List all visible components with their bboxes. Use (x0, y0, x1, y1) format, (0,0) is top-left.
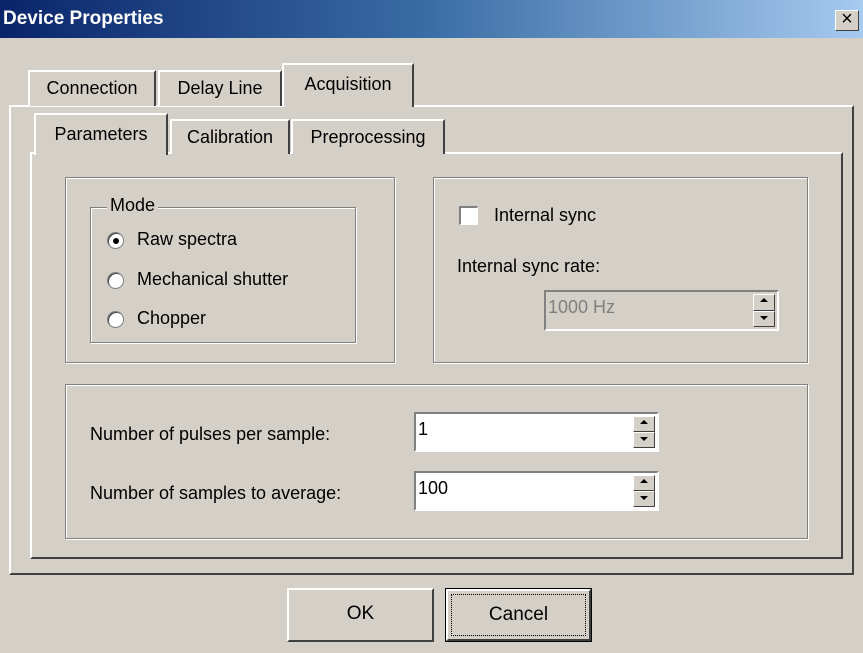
spin-up-button[interactable] (633, 475, 655, 491)
tab-acquisition[interactable]: Acquisition (282, 63, 414, 107)
internal-sync-label: Internal sync (494, 205, 597, 225)
samples-to-average-label: Number of samples to average: (90, 483, 342, 503)
tab-connection[interactable]: Connection (28, 70, 156, 106)
ok-button[interactable]: OK (287, 588, 434, 642)
radio-selected-dot (113, 238, 119, 244)
internal-sync-rate-field[interactable]: 1000 Hz (544, 290, 779, 331)
spin-down-button[interactable] (633, 491, 655, 507)
radio-chopper-label: Chopper (137, 308, 207, 328)
internal-sync-rate-spinner (753, 294, 775, 327)
radio-mechanical-shutter-label: Mechanical shutter (137, 269, 289, 289)
samples-to-average-value: 100 (418, 478, 449, 498)
samples-to-average-field[interactable]: 100 (414, 471, 659, 511)
spin-down-icon (640, 496, 648, 500)
internal-sync-checkbox[interactable] (459, 206, 478, 225)
cancel-button[interactable]: Cancel (445, 588, 592, 642)
close-icon: × (841, 8, 853, 30)
tab-parameters[interactable]: Parameters (34, 113, 168, 155)
title-bar: Device Properties × (0, 0, 863, 38)
spin-down-button[interactable] (633, 432, 655, 448)
radio-chopper[interactable] (107, 311, 124, 328)
radio-raw-spectra-label: Raw spectra (137, 229, 238, 249)
spin-up-icon (640, 479, 648, 483)
spin-up-icon (640, 420, 648, 424)
radio-raw-spectra[interactable] (107, 232, 124, 249)
pulses-frame (65, 384, 808, 539)
tab-calibration[interactable]: Calibration (170, 119, 290, 154)
spin-down-icon (760, 315, 768, 320)
tab-delay-line[interactable]: Delay Line (158, 70, 282, 106)
close-button[interactable]: × (835, 8, 859, 31)
spin-up-button[interactable] (753, 294, 775, 311)
spin-down-icon (640, 437, 648, 441)
spin-up-icon (760, 298, 768, 302)
spin-down-button[interactable] (753, 310, 775, 327)
mode-legend: Mode (107, 195, 159, 216)
pulses-per-sample-spinner (633, 416, 655, 448)
radio-mechanical-shutter[interactable] (107, 272, 124, 289)
internal-sync-rate-value: 1000 Hz (548, 297, 616, 317)
samples-to-average-spinner (633, 475, 655, 507)
pulses-per-sample-label: Number of pulses per sample: (90, 424, 331, 444)
internal-sync-rate-label: Internal sync rate: (457, 256, 601, 276)
tab-preprocessing[interactable]: Preprocessing (291, 119, 445, 154)
pulses-per-sample-field[interactable]: 1 (414, 412, 659, 452)
pulses-per-sample-value: 1 (418, 419, 429, 439)
spin-up-button[interactable] (633, 416, 655, 432)
window-title: Device Properties (3, 8, 164, 29)
